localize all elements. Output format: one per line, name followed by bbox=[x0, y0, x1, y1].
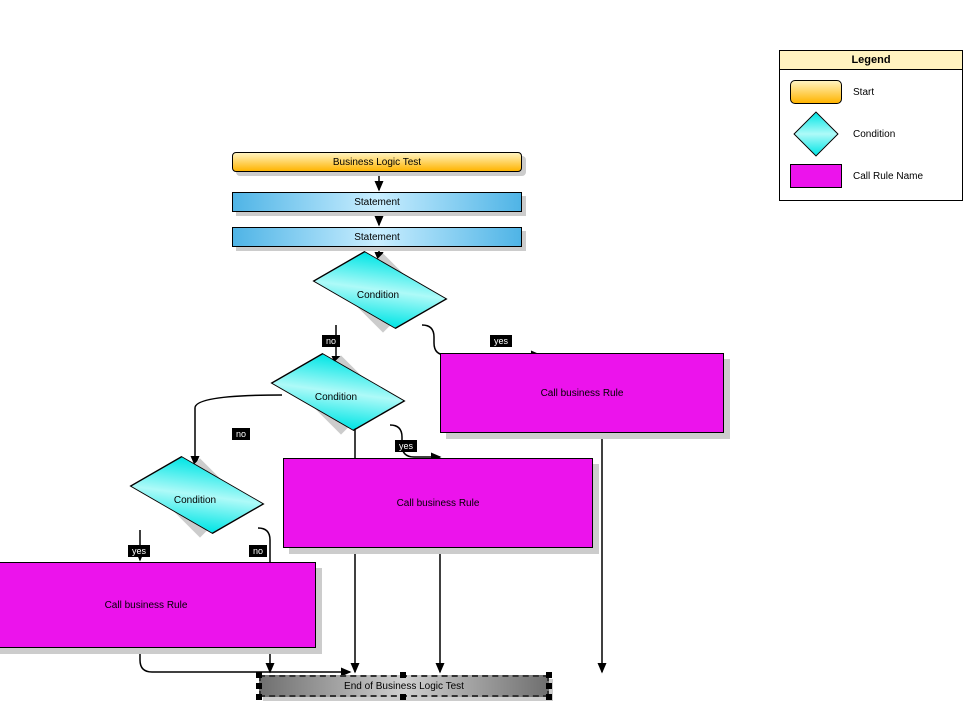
edge-label-yes: yes bbox=[395, 440, 417, 452]
condition-3[interactable]: Condition bbox=[130, 460, 260, 540]
condition-2[interactable]: Condition bbox=[271, 357, 401, 437]
call-rule-3-label: Call business Rule bbox=[105, 600, 188, 611]
condition-3-label: Condition bbox=[174, 495, 216, 506]
condition-1[interactable]: Condition bbox=[313, 255, 443, 335]
legend-condition-label: Condition bbox=[853, 129, 895, 140]
legend-panel: Legend Start Condition Call Rule Name bbox=[779, 50, 963, 201]
call-rule-1-label: Call business Rule bbox=[541, 388, 624, 399]
start-node[interactable]: Business Logic Test bbox=[232, 152, 522, 172]
legend-title: Legend bbox=[780, 51, 962, 70]
call-rule-3[interactable]: Call business Rule bbox=[0, 562, 316, 648]
legend-start-label: Start bbox=[853, 87, 874, 98]
condition-1-label: Condition bbox=[357, 290, 399, 301]
selection-handle[interactable] bbox=[256, 672, 262, 678]
edge-label-yes: yes bbox=[490, 335, 512, 347]
statement-2[interactable]: Statement bbox=[232, 227, 522, 247]
legend-body: Start Condition Call Rule Name bbox=[780, 70, 962, 200]
selection-handle[interactable] bbox=[400, 694, 406, 700]
flowchart-canvas: Business Logic Test Statement Statement … bbox=[0, 0, 965, 708]
legend-row-condition: Condition bbox=[788, 118, 954, 150]
edge-label-no: no bbox=[249, 545, 267, 557]
legend-rule-label: Call Rule Name bbox=[853, 171, 923, 182]
end-label: End of Business Logic Test bbox=[344, 681, 464, 692]
selection-handle[interactable] bbox=[256, 683, 262, 689]
legend-row-start: Start bbox=[788, 80, 954, 104]
legend-rule-icon bbox=[790, 164, 842, 188]
call-rule-2-label: Call business Rule bbox=[397, 498, 480, 509]
condition-2-label: Condition bbox=[315, 392, 357, 403]
legend-row-rule: Call Rule Name bbox=[788, 164, 954, 188]
selection-handle[interactable] bbox=[256, 694, 262, 700]
legend-condition-icon bbox=[793, 111, 838, 156]
selection-handle[interactable] bbox=[546, 683, 552, 689]
selection-handle[interactable] bbox=[546, 672, 552, 678]
edge-label-no: no bbox=[232, 428, 250, 440]
statement-1-label: Statement bbox=[354, 197, 400, 208]
legend-start-icon bbox=[790, 80, 842, 104]
edge-label-no: no bbox=[322, 335, 340, 347]
selection-handle[interactable] bbox=[546, 694, 552, 700]
call-rule-2[interactable]: Call business Rule bbox=[283, 458, 593, 548]
statement-1[interactable]: Statement bbox=[232, 192, 522, 212]
selection-handle[interactable] bbox=[400, 672, 406, 678]
edge-label-yes: yes bbox=[128, 545, 150, 557]
statement-2-label: Statement bbox=[354, 232, 400, 243]
start-label: Business Logic Test bbox=[333, 157, 421, 168]
call-rule-1[interactable]: Call business Rule bbox=[440, 353, 724, 433]
